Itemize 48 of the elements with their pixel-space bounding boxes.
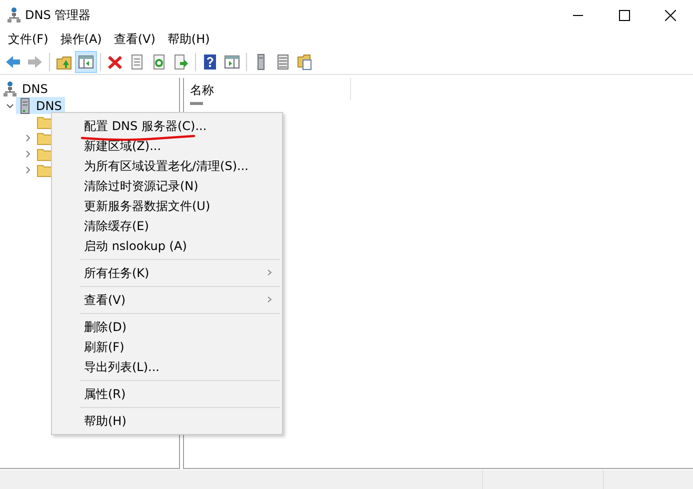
list-item-icon <box>190 102 203 105</box>
document-icon <box>129 54 145 70</box>
menu-item[interactable]: 操作(A) <box>54 30 108 49</box>
forward-arrow-icon <box>27 54 43 70</box>
menu-item[interactable]: 刷新(F) <box>52 337 282 357</box>
menu-item[interactable]: 删除(D) <box>52 317 282 337</box>
help-icon <box>202 54 218 70</box>
menu-item[interactable]: 查看(V) <box>52 290 282 310</box>
collapsed-chevron-icon[interactable] <box>24 150 32 158</box>
expanded-chevron-icon[interactable] <box>6 102 14 110</box>
menu-item[interactable]: 查看(V) <box>108 30 162 49</box>
menu-item[interactable]: 帮助(H) <box>52 411 282 431</box>
close-icon[interactable] <box>664 10 676 20</box>
folder-up-icon <box>56 54 72 70</box>
menu-item[interactable]: 导出列表(L)... <box>52 357 282 377</box>
menu-item[interactable]: 清除过时资源记录(N) <box>52 176 282 196</box>
app-icon <box>7 7 21 23</box>
menu-item[interactable]: 为所有区域设置老化/清理(S)... <box>52 156 282 176</box>
menu-item[interactable]: 配置 DNS 服务器(C)... <box>52 116 282 136</box>
network-icon <box>3 81 17 97</box>
menu-item[interactable]: 清除缓存(E) <box>52 216 282 236</box>
folder-icon[interactable] <box>37 148 53 160</box>
server-icon <box>19 98 31 114</box>
window-title: DNS 管理器 <box>25 6 91 24</box>
window-pane-icon <box>224 54 240 70</box>
menu-item[interactable]: 所有任务(K) <box>52 263 282 283</box>
folder-icon[interactable] <box>37 164 53 176</box>
window-pane-button[interactable] <box>75 51 97 73</box>
menu-item[interactable]: 启动 nslookup (A) <box>52 236 282 256</box>
folder-icon[interactable] <box>37 132 53 144</box>
tree-item[interactable]: DNS <box>16 97 65 114</box>
window-pane-icon <box>78 54 94 70</box>
collapsed-chevron-icon[interactable] <box>24 166 32 174</box>
menu-item[interactable]: 新建区域(Z)... <box>52 136 282 156</box>
folder-document-icon <box>297 54 313 70</box>
collapsed-chevron-icon[interactable] <box>24 134 32 142</box>
menu-item[interactable]: 文件(F) <box>2 30 54 49</box>
refresh-icon <box>151 54 167 70</box>
export-icon <box>173 54 189 70</box>
column-header[interactable]: 名称 <box>184 78 351 100</box>
menu-item[interactable]: 帮助(H) <box>161 30 216 49</box>
back-arrow-icon <box>5 54 21 70</box>
menu-item[interactable]: 属性(R) <box>52 384 282 404</box>
delete-cross-icon <box>107 54 123 70</box>
maximize-icon[interactable] <box>618 10 630 20</box>
menu-item[interactable]: 更新服务器数据文件(U) <box>52 196 282 216</box>
tree-item[interactable]: DNS <box>22 82 48 96</box>
list-icon <box>275 54 291 70</box>
